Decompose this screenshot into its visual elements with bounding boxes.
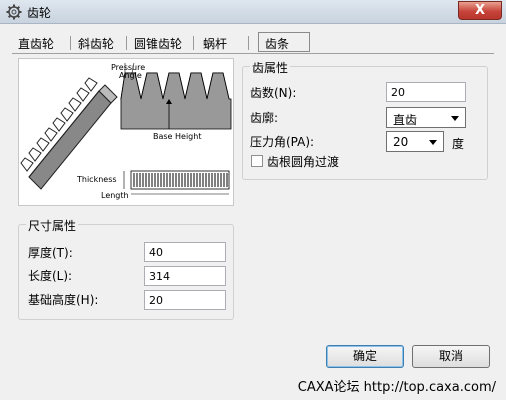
- tab-rack-label: 齿条: [265, 37, 290, 51]
- pressure-angle-label: 压力角(PA):: [250, 135, 315, 149]
- rack-side-view: [123, 170, 230, 195]
- pressure-angle-value: 20: [393, 135, 409, 149]
- size-properties-title: 尺寸属性: [26, 217, 79, 234]
- ok-button[interactable]: 确定: [326, 345, 404, 368]
- tab-spur-gear[interactable]: 直齿轮: [18, 35, 54, 52]
- tooth-profile: [120, 72, 232, 130]
- tooth-profile-value: 直齿: [393, 113, 418, 127]
- length-label: Length: [101, 191, 129, 200]
- tab-separator: [70, 36, 71, 50]
- tooth-profile-select[interactable]: 直齿: [386, 107, 466, 128]
- length-input[interactable]: 314: [144, 266, 226, 286]
- tab-bevel-gear[interactable]: 圆锥齿轮: [134, 35, 182, 52]
- close-icon: X: [474, 3, 486, 18]
- rack-diagram: Pressure Angle Base Height Thickness Len…: [20, 62, 232, 200]
- rack-3d-drawing: [20, 77, 118, 190]
- base-height-input[interactable]: 20: [144, 290, 226, 310]
- tab-separator: [126, 36, 127, 50]
- watermark: CAXA论坛 http://top.caxa.com/: [297, 380, 496, 395]
- chevron-down-icon: [429, 140, 437, 145]
- tooth-profile-label: 齿廓:: [250, 111, 279, 125]
- window-title: 齿轮: [27, 6, 52, 20]
- tab-worm[interactable]: 蜗杆: [203, 35, 227, 52]
- tooth-properties-title: 齿属性: [250, 59, 291, 76]
- pressure-angle-unit: 度: [452, 137, 465, 151]
- tab-helical-gear[interactable]: 斜齿轮: [78, 35, 114, 52]
- close-button[interactable]: X: [458, 1, 502, 20]
- base-height-label: Base Height: [153, 132, 201, 141]
- chevron-down-icon: [451, 116, 459, 121]
- thickness-field-label: 厚度(T):: [28, 246, 73, 260]
- pressure-angle-select[interactable]: 20: [386, 131, 444, 152]
- tooth-count-label: 齿数(N):: [250, 86, 297, 100]
- rack-preview: Pressure Angle Base Height Thickness Len…: [18, 58, 234, 206]
- tab-bar: 直齿轮 斜齿轮 圆锥齿轮 蜗杆 齿条: [12, 32, 492, 54]
- tab-rack[interactable]: 齿条: [258, 32, 310, 52]
- thickness-input[interactable]: 40: [144, 242, 226, 262]
- thickness-label: Thickness: [76, 175, 117, 184]
- root-fillet-checkbox[interactable]: [251, 155, 263, 167]
- root-fillet-label: 齿根圆角过渡: [267, 155, 340, 169]
- length-field-label: 长度(L):: [28, 269, 73, 283]
- tab-separator: [248, 36, 249, 50]
- tab-underline: [12, 53, 494, 54]
- gear-icon: [6, 4, 22, 20]
- pressure-angle-label-2: Angle: [119, 71, 142, 80]
- tab-separator: [193, 36, 194, 50]
- title-bar: 齿轮 X: [0, 0, 506, 24]
- cancel-button[interactable]: 取消: [412, 345, 490, 368]
- base-height-field-label: 基础高度(H):: [28, 293, 99, 307]
- tooth-count-input[interactable]: 20: [386, 82, 466, 102]
